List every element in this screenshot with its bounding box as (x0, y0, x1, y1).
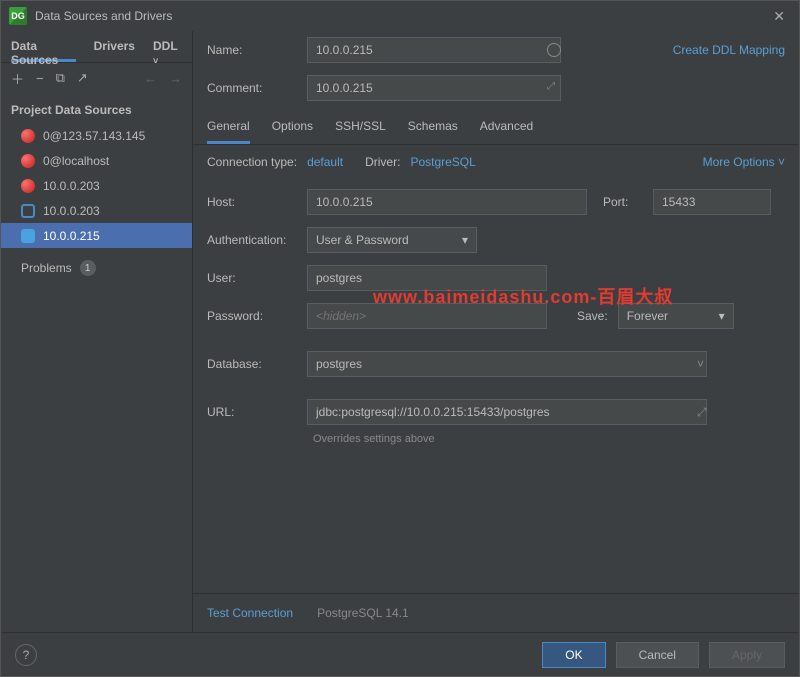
port-input[interactable] (653, 189, 771, 215)
copy-icon[interactable]: ⧉ (56, 70, 65, 86)
password-label: Password: (207, 309, 297, 323)
tab-ddl[interactable]: DDL ˅ (153, 39, 182, 62)
help-icon[interactable]: ? (15, 644, 37, 666)
ok-button[interactable]: OK (542, 642, 605, 668)
connection-type-label: Connection type: (207, 155, 297, 169)
authentication-select[interactable]: User & Password▾ (307, 227, 477, 253)
list-item[interactable]: 0@123.57.143.145 (1, 123, 192, 148)
redis-icon (21, 129, 35, 143)
driver-link[interactable]: PostgreSQL (410, 155, 475, 169)
password-input[interactable] (307, 303, 547, 329)
tab-ssh-ssl[interactable]: SSH/SSL (335, 119, 386, 144)
driver-label: Driver: (365, 155, 400, 169)
close-icon[interactable]: ✕ (767, 8, 791, 25)
expand-icon[interactable]: ⤢ (697, 405, 707, 420)
save-select[interactable]: Forever▾ (618, 303, 734, 329)
name-input[interactable] (307, 37, 561, 63)
host-input[interactable] (307, 189, 587, 215)
undo-icon: ← (144, 71, 157, 86)
titlebar: DG Data Sources and Drivers ✕ (1, 1, 799, 31)
chevron-down-icon: ▾ (462, 233, 468, 247)
app-icon: DG (9, 7, 27, 25)
save-label: Save: (577, 309, 608, 323)
database-input[interactable] (307, 351, 707, 377)
tab-schemas[interactable]: Schemas (408, 119, 458, 144)
comment-label: Comment: (207, 81, 297, 95)
sidebar: Data Sources Drivers DDL ˅ ＋ − ⧉ ↗ ← → P… (1, 31, 193, 632)
list-item[interactable]: 10.0.0.203 (1, 198, 192, 223)
db-outline-icon (21, 204, 35, 218)
sidebar-toolbar: ＋ − ⧉ ↗ ← → (1, 63, 192, 93)
dialog-footer: ? OK Cancel Apply (1, 632, 799, 676)
config-tabs: General Options SSH/SSL Schemas Advanced (193, 107, 799, 145)
list-item[interactable]: 10.0.0.215 (1, 223, 192, 248)
name-label: Name: (207, 43, 297, 57)
tab-general[interactable]: General (207, 119, 250, 144)
url-input[interactable] (307, 399, 707, 425)
data-source-list: 0@123.57.143.145 0@localhost 10.0.0.203 … (1, 123, 192, 248)
database-label: Database: (207, 357, 297, 371)
driver-version: PostgreSQL 14.1 (317, 606, 409, 620)
tab-options[interactable]: Options (272, 119, 313, 144)
more-options-link[interactable]: More Options ˅ (703, 155, 785, 169)
overrides-note: Overrides settings above (313, 433, 785, 445)
chevron-down-icon: ▾ (719, 309, 725, 323)
user-input[interactable] (307, 265, 547, 291)
redo-icon: → (169, 71, 182, 86)
tab-drivers[interactable]: Drivers (94, 39, 135, 62)
add-icon[interactable]: ＋ (11, 69, 24, 88)
tab-advanced[interactable]: Advanced (480, 119, 533, 144)
remove-icon[interactable]: − (36, 71, 44, 86)
authentication-label: Authentication: (207, 233, 297, 247)
user-label: User: (207, 271, 297, 285)
problems-badge: 1 (80, 260, 96, 276)
connection-type-link[interactable]: default (307, 155, 343, 169)
postgresql-icon (21, 229, 35, 243)
list-item[interactable]: 0@localhost (1, 148, 192, 173)
make-global-icon[interactable]: ↗ (77, 70, 88, 86)
section-project-data-sources: Project Data Sources (1, 93, 192, 123)
main-panel: Name: Create DDL Mapping Comment: ⤢ Gene… (193, 31, 799, 632)
redis-icon (21, 154, 35, 168)
tab-data-sources[interactable]: Data Sources (11, 39, 76, 62)
redis-icon (21, 179, 35, 193)
port-label: Port: (603, 195, 643, 209)
comment-input[interactable] (307, 75, 561, 101)
expand-icon[interactable]: ⤢ (547, 81, 555, 92)
cancel-button[interactable]: Cancel (616, 642, 699, 668)
apply-button[interactable]: Apply (709, 642, 785, 668)
list-item[interactable]: 10.0.0.203 (1, 173, 192, 198)
color-indicator-icon[interactable] (547, 43, 561, 57)
window-title: Data Sources and Drivers (35, 9, 172, 23)
create-ddl-mapping-link[interactable]: Create DDL Mapping (673, 43, 785, 57)
chevron-down-icon[interactable]: ˅ (697, 357, 704, 371)
test-connection-link[interactable]: Test Connection (207, 606, 293, 620)
host-label: Host: (207, 195, 297, 209)
problems-section[interactable]: Problems 1 (1, 248, 192, 282)
url-label: URL: (207, 405, 297, 419)
